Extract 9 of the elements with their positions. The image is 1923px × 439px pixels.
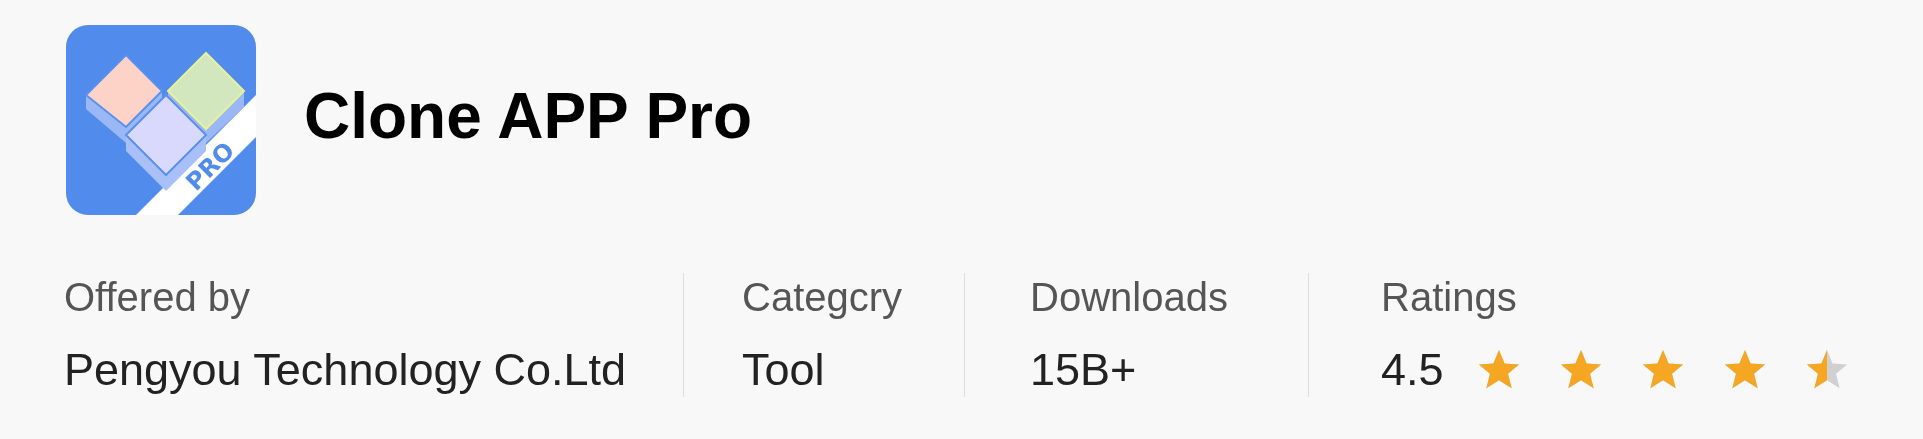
stat-value: 15B+	[1030, 343, 1137, 397]
stat-value: Tool	[742, 343, 825, 397]
stat-label: Ratings	[1381, 274, 1518, 321]
stat-label: Downloads	[1030, 274, 1229, 321]
app-title: Clone APP Pro	[304, 79, 753, 153]
rating-value: 4.5	[1381, 343, 1444, 397]
stat-value: Pengyou Technology Co.Ltd	[64, 343, 627, 397]
stat-label: Offered by	[64, 274, 252, 321]
stat-label: Categcry	[742, 274, 904, 321]
